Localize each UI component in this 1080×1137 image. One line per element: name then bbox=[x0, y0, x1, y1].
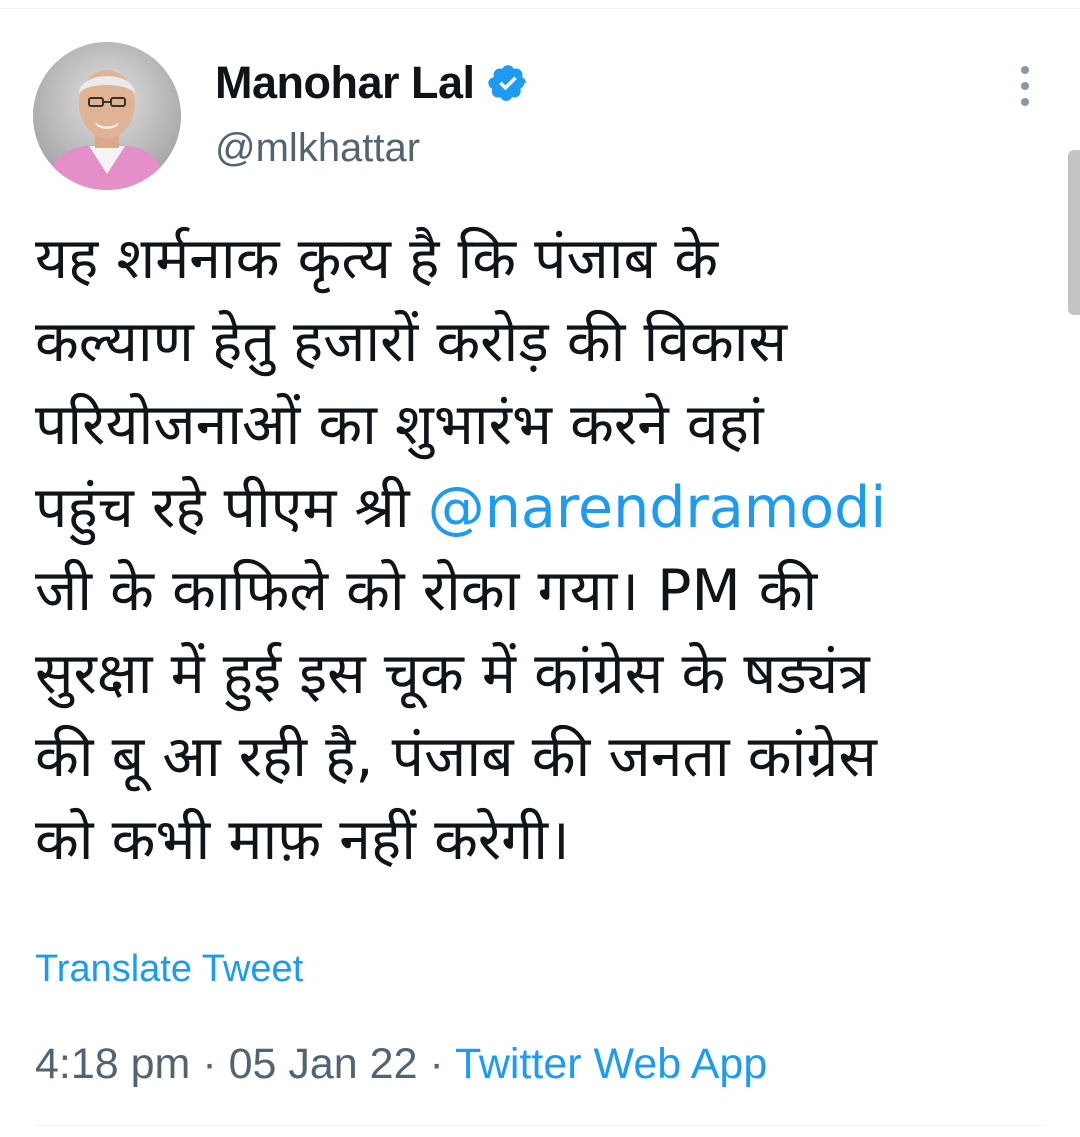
tweet-date[interactable]: 05 Jan 22 bbox=[229, 1040, 418, 1088]
avatar[interactable] bbox=[33, 42, 181, 190]
more-dot bbox=[1021, 98, 1029, 106]
tweet-meta: 4:18 pm · 05 Jan 22 · Twitter Web App bbox=[35, 1040, 767, 1089]
tweet-line: यह शर्मनाक कृत्य है कि पंजाब के bbox=[35, 226, 718, 292]
more-dot bbox=[1021, 82, 1029, 90]
tweet-line: को कभी माफ़ नहीं करेगी। bbox=[35, 807, 570, 873]
tweet-line-with-mention: पहुंच रहे पीएम श्री @narendramodi bbox=[35, 467, 1055, 550]
more-options-icon[interactable] bbox=[1008, 66, 1042, 106]
tweet-line: की बू आ रही है, पंजाब की जनता कांग्रेस bbox=[35, 724, 877, 790]
tweet-line: कल्याण हेतु हजारों करोड़ की विकास bbox=[35, 309, 788, 375]
tweet-line: सुरक्षा में हुई इस चूक में कांग्रेस के ष… bbox=[35, 641, 870, 707]
tweet-source-link[interactable]: Twitter Web App bbox=[455, 1040, 767, 1088]
translate-tweet-link[interactable]: Translate Tweet bbox=[35, 948, 303, 991]
author-display-name[interactable]: Manohar Lal bbox=[215, 57, 475, 109]
top-divider bbox=[0, 8, 1080, 9]
tweet-line: जी के काफिले को रोका गया। PM की bbox=[35, 558, 818, 624]
scrollbar[interactable] bbox=[1068, 150, 1080, 315]
author-handle[interactable]: @mlkhattar bbox=[215, 126, 420, 171]
tweet-line-text: पहुंच रहे पीएम श्री bbox=[35, 475, 428, 541]
tweet-line: परियोजनाओं का शुभारंभ करने वहां bbox=[35, 392, 764, 458]
more-dot bbox=[1021, 66, 1029, 74]
meta-separator: · bbox=[429, 1040, 444, 1088]
tweet-text: यह शर्मनाक कृत्य है कि पंजाब के कल्याण ह… bbox=[35, 218, 1055, 882]
verified-badge-icon bbox=[487, 62, 529, 104]
meta-separator: · bbox=[202, 1040, 217, 1088]
bottom-divider bbox=[35, 1125, 1045, 1126]
author-name-row: Manohar Lal bbox=[215, 54, 529, 112]
mention-link[interactable]: @narendramodi bbox=[428, 475, 886, 541]
tweet-time[interactable]: 4:18 pm bbox=[35, 1040, 190, 1088]
